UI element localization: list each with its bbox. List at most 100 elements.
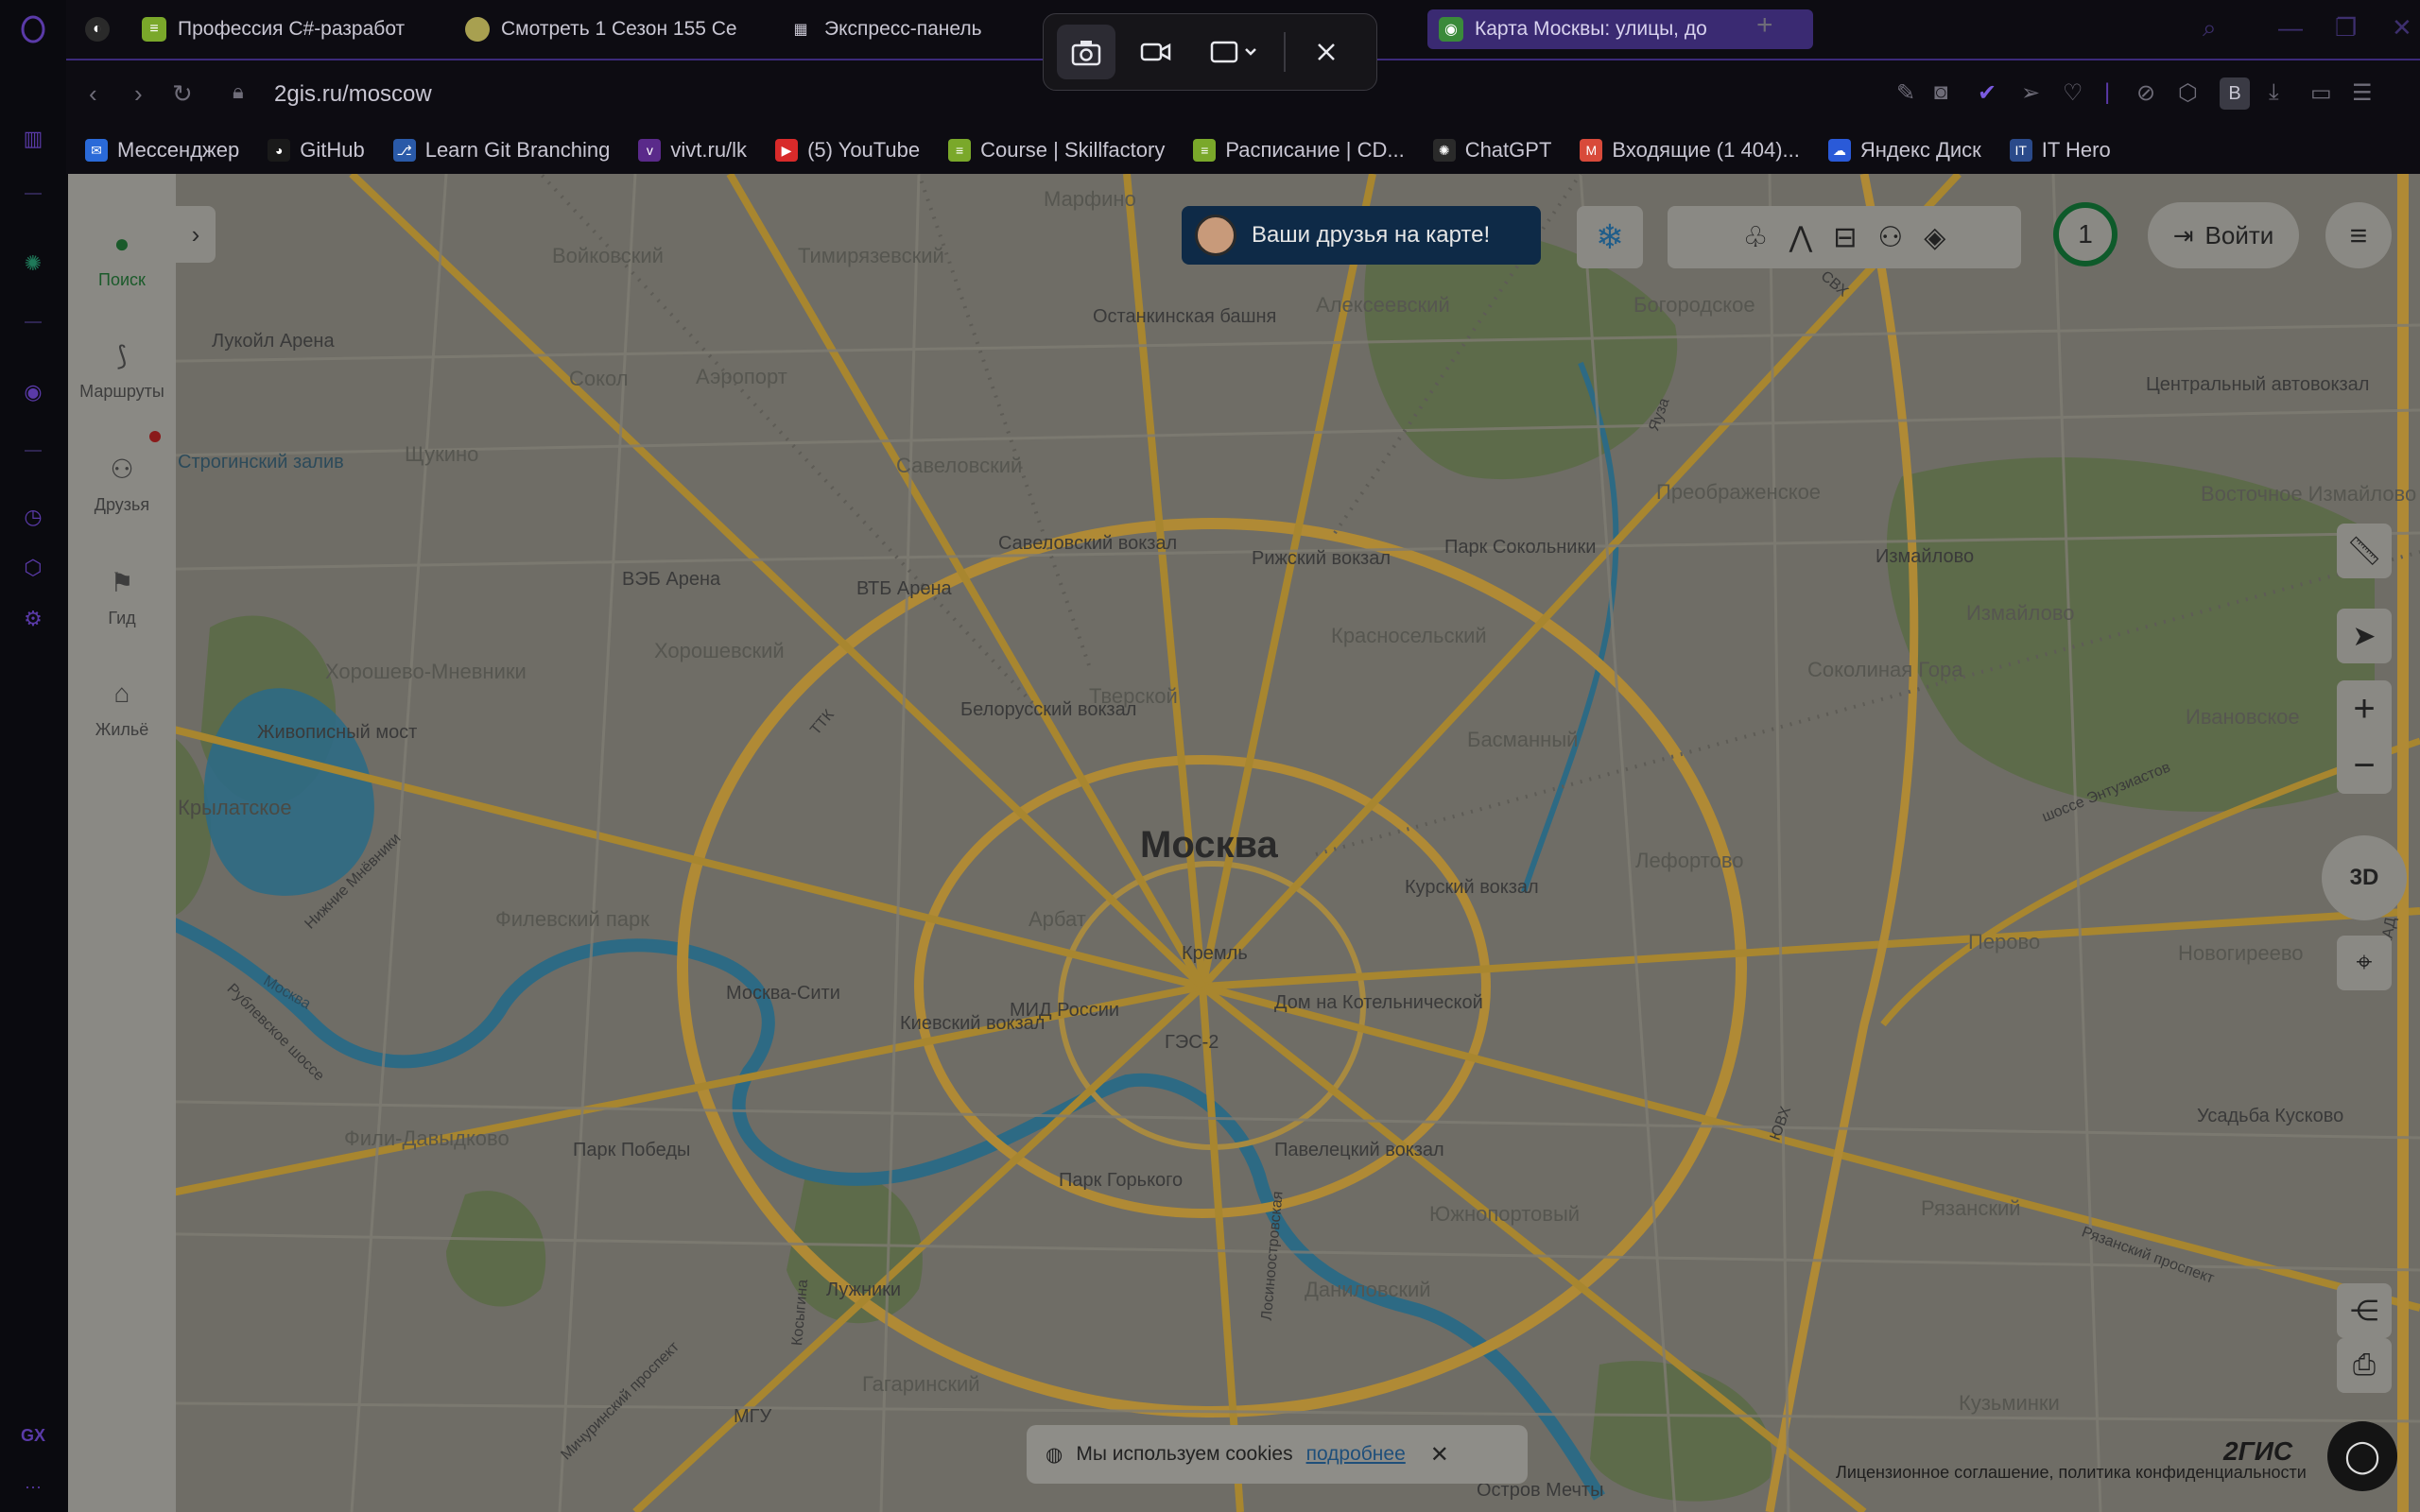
snowflake-icon[interactable]: ❄ xyxy=(1577,206,1643,268)
edit-icon[interactable]: ✎ xyxy=(1896,79,1915,107)
reload-icon[interactable]: ↻ xyxy=(172,79,193,109)
layers-icon[interactable]: ◈ xyxy=(1924,221,1945,254)
download-icon[interactable]: ⤓ xyxy=(2269,79,2279,106)
bookmark-chatgpt[interactable]: ✺ ChatGPT xyxy=(1432,138,1551,163)
bookmark-gmail[interactable]: M Входящие (1 404)... xyxy=(1580,138,1800,163)
address-input[interactable]: 2gis.ru/moscow xyxy=(274,81,432,108)
new-tab-button[interactable]: + xyxy=(1756,9,1773,42)
maximize-button[interactable]: ❐ xyxy=(2335,13,2357,43)
easy-setup-icon[interactable]: ☰ xyxy=(2352,79,2373,107)
map-pin-icon[interactable]: ⌖ xyxy=(2337,936,2392,990)
player-icon[interactable]: ◉ xyxy=(17,376,49,408)
legal-link[interactable]: Лицензионное соглашение, политика конфид… xyxy=(1836,1463,2307,1483)
tab-csharp[interactable]: ≡ Профессия C#-разработ xyxy=(130,9,442,49)
login-button[interactable]: ⇥ Войти xyxy=(2148,202,2299,268)
browser-window: ▥ ✺ ◉ ◷ ⬡ ⚙ GX ··· ◐ ≡ Профессия C#-разр… xyxy=(0,0,2420,1512)
camera-icon[interactable]: ◙ xyxy=(1934,79,1948,106)
bookmark-it-hero[interactable]: IT IT Hero xyxy=(2009,138,2111,163)
cube-icon[interactable]: ⬡ xyxy=(2178,79,2198,107)
gx-control-icon[interactable]: ▥ xyxy=(17,123,49,155)
map-label-place: Дом на Котельнической xyxy=(1274,992,1483,1013)
2gis-sidebar: ● Поиск ⟆ Маршруты ⚇ Друзья ⚑ Гид ⌂ Жиль… xyxy=(68,174,176,1512)
sidebar-item-friends[interactable]: ⚇ Друзья xyxy=(68,450,176,515)
opera-logo-icon[interactable] xyxy=(17,13,49,45)
menu-icon[interactable]: ≡ xyxy=(2325,202,2392,268)
parks-icon[interactable]: ♧ xyxy=(1743,221,1769,254)
map-label-place: Лукойл Арена xyxy=(212,331,335,352)
cookie-icon: ◍ xyxy=(1046,1443,1063,1466)
close-icon[interactable]: ✕ xyxy=(1430,1441,1449,1469)
2gis-icon: ◉ xyxy=(1439,17,1463,42)
gmail-icon: M xyxy=(1580,139,1603,162)
minimize-button[interactable]: — xyxy=(2278,13,2303,43)
bookmark-learn-git[interactable]: ⎇ Learn Git Branching xyxy=(392,138,610,163)
back-icon[interactable]: ‹ xyxy=(89,79,97,109)
cookie-more-link[interactable]: подробнее xyxy=(1306,1443,1406,1466)
map-label-district: Восточное Измайлово xyxy=(2201,482,2417,506)
chat-icon[interactable]: ◯ xyxy=(2327,1421,2397,1491)
region-select-button[interactable] xyxy=(1197,25,1272,79)
counter-badge[interactable]: 1 xyxy=(2053,202,2118,266)
battery-icon[interactable]: ▭ xyxy=(2310,79,2332,107)
sidebar-item-housing[interactable]: ⌂ Жильё xyxy=(68,675,176,740)
send-icon[interactable]: ➢ xyxy=(2021,79,2040,107)
bookmark-yandex-disk[interactable]: ☁ Яндекс Диск xyxy=(1827,138,1981,163)
map-label-district: Басманный xyxy=(1467,728,1579,751)
map-label-place: Усадьба Кусково xyxy=(2197,1106,2344,1126)
bookmark-messenger[interactable]: ✉ Мессенджер xyxy=(85,138,239,163)
bookmark-youtube[interactable]: ▶ (5) YouTube xyxy=(775,138,920,163)
tab-2gis-active[interactable]: ◉ Карта Москвы: улицы, до xyxy=(1427,9,1813,49)
people-icon[interactable]: ⚇ xyxy=(1877,221,1903,254)
friends-banner[interactable]: Ваши друзья на карте! xyxy=(1182,206,1541,265)
bookmark-skillfactory[interactable]: ≡ Course | Skillfactory xyxy=(948,138,1165,163)
search-tabs-icon[interactable]: ⌕ xyxy=(2203,13,2217,43)
map-label-district: Савеловский xyxy=(896,454,1023,477)
sidebar-item-label: Маршруты xyxy=(79,382,164,401)
map-label-district: Аэропорт xyxy=(696,365,787,388)
sidebar-item-label: Друзья xyxy=(94,495,150,514)
adblock-icon[interactable]: ⊘ xyxy=(2136,79,2155,107)
more-icon[interactable]: ··· xyxy=(17,1470,49,1503)
extensions-icon[interactable]: ⬡ xyxy=(17,552,49,584)
map-label-district: Марфино xyxy=(1044,187,1136,211)
camera-capture-button[interactable] xyxy=(1057,25,1115,79)
vpn-icon[interactable]: ✔ xyxy=(1978,79,1996,107)
github-icon: ◕ xyxy=(268,139,291,162)
map-label-district: Рязанский xyxy=(1921,1196,2021,1220)
zoom-out-button[interactable]: − xyxy=(2337,737,2392,794)
chatgpt-icon[interactable]: ✺ xyxy=(17,248,49,280)
profile-avatar[interactable]: B xyxy=(2220,77,2250,110)
zoom-in-button[interactable]: + xyxy=(2337,680,2392,737)
bookmark-schedule[interactable]: ≡ Расписание | CD... xyxy=(1193,138,1405,163)
close-capture-button[interactable] xyxy=(1297,25,1356,79)
forward-icon[interactable]: › xyxy=(134,79,143,109)
history-icon[interactable]: ◷ xyxy=(17,501,49,533)
speed-dial-icon[interactable]: ◐ xyxy=(85,9,119,49)
video-record-button[interactable] xyxy=(1127,25,1185,79)
bookmark-github[interactable]: ◕ GitHub xyxy=(268,138,365,163)
ruler-icon[interactable]: 📏︎ xyxy=(2337,524,2392,578)
skillfactory-icon: ≡ xyxy=(948,139,972,162)
transport-icon[interactable]: ⊟ xyxy=(1833,221,1857,254)
3d-button[interactable]: 3D xyxy=(2322,835,2407,920)
bookmark-vivt[interactable]: v vivt.ru/lk xyxy=(638,138,747,163)
gx-corner-icon[interactable]: GX xyxy=(17,1419,49,1452)
cookie-banner: ◍ Мы используем cookies подробнее ✕ xyxy=(1027,1425,1528,1484)
region-select-icon xyxy=(1210,41,1256,63)
sidebar-item-search[interactable]: ● Поиск xyxy=(68,225,176,290)
sidebar-item-guide[interactable]: ⚑ Гид xyxy=(68,563,176,628)
mountains-icon[interactable]: ⋀ xyxy=(1789,221,1813,254)
map-label-district: Лефортово xyxy=(1635,849,1744,872)
map-label-city: Москва xyxy=(1140,824,1278,866)
sidebar-item-routes[interactable]: ⟆ Маршруты xyxy=(68,336,176,402)
settings-icon[interactable]: ⚙ xyxy=(17,603,49,635)
cookie-text: Мы используем cookies xyxy=(1076,1443,1293,1465)
tab-anime[interactable]: Смотреть 1 Сезон 155 Се xyxy=(454,9,832,49)
print-icon[interactable]: ⎙ xyxy=(2337,1338,2392,1393)
map-label-district: Сокол xyxy=(569,367,629,390)
heart-icon[interactable]: ♡ xyxy=(2063,79,2083,107)
close-window-button[interactable]: ✕ xyxy=(2392,13,2412,43)
expand-panel-button[interactable]: › xyxy=(176,206,216,263)
locate-icon[interactable]: ➤ xyxy=(2337,609,2392,663)
share-icon[interactable]: ⋲ xyxy=(2337,1283,2392,1338)
